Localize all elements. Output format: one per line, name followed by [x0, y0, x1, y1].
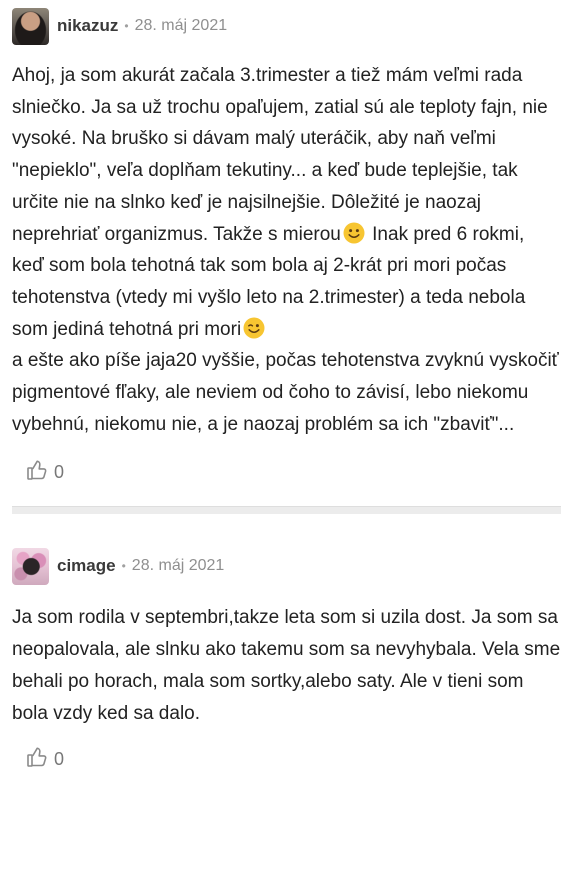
comment-paragraph: Ja som rodila v septembri,takze leta som… [12, 607, 561, 724]
comment-paragraph: Ahoj, ja som akurát začala 3.trimester a… [12, 60, 561, 345]
comment-actions: 0 [12, 454, 561, 490]
avatar[interactable] [12, 547, 49, 585]
like-button[interactable]: 0 [26, 459, 64, 486]
comment-feed: nikazuz • 28. máj 2021 Ahoj, ja som akur… [0, 0, 573, 875]
author-name[interactable]: cimage [57, 556, 116, 576]
avatar[interactable] [12, 7, 49, 45]
meta-separator: • [124, 19, 129, 33]
winking-face-icon [243, 317, 265, 339]
comment-header: nikazuz • 28. máj 2021 [12, 0, 561, 52]
comment-header: cimage • 28. máj 2021 [12, 540, 561, 592]
comment-text: Ahoj, ja som akurát začala 3.trimester a… [12, 60, 561, 440]
author-name[interactable]: nikazuz [57, 16, 118, 36]
thumbs-up-icon [26, 746, 48, 773]
comment-date: 28. máj 2021 [134, 17, 228, 34]
comment-text: Ja som rodila v septembri,takze leta som… [12, 602, 561, 729]
slightly-smiling-face-icon [343, 222, 365, 244]
like-count: 0 [54, 748, 65, 769]
comment-paragraph: a ešte ako píše jaja20 vyššie, počas teh… [12, 350, 559, 435]
meta-separator: • [121, 559, 126, 574]
like-count: 0 [54, 461, 65, 482]
comment-actions: 0 [12, 741, 561, 777]
like-button[interactable]: 0 [26, 746, 64, 773]
comment: cimage • 28. máj 2021 Ja som rodila v se… [0, 540, 573, 777]
comment: nikazuz • 28. máj 2021 Ahoj, ja som akur… [0, 0, 573, 515]
comment-divider [12, 506, 561, 515]
comment-text-part: Ahoj, ja som akurát začala 3.trimester a… [12, 65, 548, 245]
thumbs-up-icon [26, 459, 48, 486]
comment-date: 28. máj 2021 [131, 557, 225, 575]
